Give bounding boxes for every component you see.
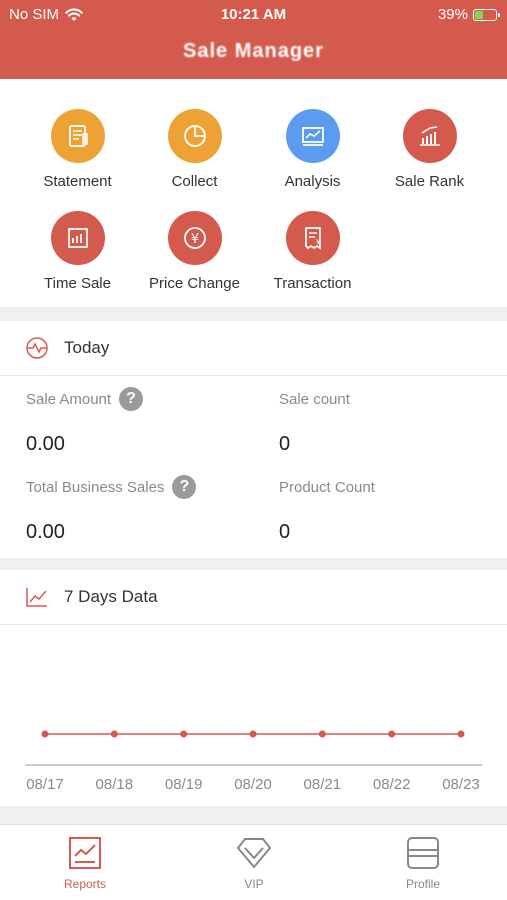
- svg-text:¥: ¥: [190, 232, 198, 247]
- data-point: [318, 730, 326, 738]
- analysis-icon: [285, 109, 340, 163]
- app-header: No SIM 10:21 AM 39% Sale Manager: [0, 0, 507, 79]
- menu-label: Statement: [43, 173, 112, 190]
- menu-label: Transaction: [273, 275, 352, 292]
- menu-label: Time Sale: [44, 275, 111, 292]
- menu-label: Price Change: [149, 275, 240, 292]
- pulse-icon: [26, 337, 48, 359]
- profile-icon: [363, 835, 483, 871]
- status-right: 39%: [437, 6, 500, 23]
- menu-item-statement[interactable]: Statement: [19, 109, 136, 190]
- x-tick-label: 08/22: [373, 776, 411, 793]
- data-point: [110, 730, 118, 738]
- help-icon[interactable]: ?: [119, 387, 144, 411]
- stat-total-business-sales: Total Business Sales? 0.00: [26, 475, 266, 544]
- data-point: [388, 730, 396, 738]
- stat-label: Product Count: [279, 478, 375, 496]
- data-point: [41, 730, 49, 738]
- battery-percent: 39%: [437, 6, 468, 23]
- x-tick-label: 08/19: [165, 776, 203, 793]
- diamond-icon: [194, 835, 314, 871]
- stat-label: Sale count: [279, 390, 350, 408]
- data-point: [249, 730, 257, 738]
- menu-item-sale-rank[interactable]: Sale Rank: [371, 109, 488, 190]
- menu-label: Sale Rank: [394, 173, 465, 190]
- today-title: Today: [64, 338, 110, 357]
- tab-reports[interactable]: Reports: [25, 835, 145, 891]
- menu-item-collect[interactable]: Collect: [136, 109, 253, 190]
- stat-label: Total Business Sales: [26, 478, 165, 496]
- seven-days-header: 7 Days Data: [0, 570, 507, 625]
- seven-days-title: 7 Days Data: [64, 587, 158, 606]
- time-sale-icon: [50, 211, 105, 265]
- rank-icon: [402, 109, 457, 163]
- reports-icon: [25, 835, 145, 871]
- menu-item-price-change[interactable]: ¥ Price Change: [136, 211, 253, 292]
- stat-value: 0: [279, 521, 291, 543]
- stat-value: 0: [279, 433, 291, 455]
- function-menu: Statement Collect Analysis Sale Rank Tim…: [0, 79, 507, 307]
- statement-icon: [50, 109, 105, 163]
- svg-text:¥: ¥: [316, 238, 321, 246]
- yen-icon: ¥: [167, 211, 222, 265]
- seven-days-line-chart: 08/17 08/18 08/19 08/20 08/21 08/22 08/23: [25, 730, 482, 793]
- stat-sale-count: Sale count 0: [279, 387, 507, 456]
- stat-value: 0.00: [26, 433, 65, 455]
- menu-label: Collect: [171, 173, 218, 190]
- x-tick-label: 08/17: [26, 776, 64, 793]
- stat-sale-amount: Sale Amount? 0.00: [26, 387, 266, 456]
- stat-product-count: Product Count 0: [279, 475, 507, 544]
- x-tick-label: 08/18: [96, 776, 134, 793]
- page-title: Sale Manager: [183, 40, 324, 62]
- tab-label: Reports: [63, 877, 107, 891]
- data-point: [457, 730, 465, 738]
- x-tick-label: 08/21: [304, 776, 342, 793]
- tab-bar: Reports VIP Profile: [0, 824, 507, 900]
- battery-icon: [473, 8, 500, 21]
- pie-chart-icon: [167, 109, 222, 163]
- stat-label: Sale Amount: [26, 390, 112, 408]
- status-time: 10:21 AM: [220, 6, 287, 23]
- x-tick-label: 08/23: [442, 776, 480, 793]
- stat-value: 0.00: [26, 521, 65, 543]
- menu-item-time-sale[interactable]: Time Sale: [19, 211, 136, 292]
- x-tick-label: 08/20: [234, 776, 272, 793]
- tab-vip[interactable]: VIP: [194, 835, 314, 891]
- today-header: Today: [0, 321, 507, 376]
- tab-profile[interactable]: Profile: [363, 835, 483, 891]
- data-point: [180, 730, 188, 738]
- trend-chart-icon: [26, 588, 47, 607]
- menu-item-analysis[interactable]: Analysis: [254, 109, 371, 190]
- menu-item-transaction[interactable]: ¥ Transaction: [254, 211, 371, 292]
- tab-label: VIP: [244, 877, 264, 891]
- receipt-icon: ¥: [285, 211, 340, 265]
- tab-label: Profile: [405, 877, 440, 891]
- help-icon[interactable]: ?: [172, 475, 197, 499]
- status-bar: No SIM 10:21 AM 39%: [0, 0, 507, 28]
- today-card: Today Sale Amount? 0.00 Sale count 0 Tot…: [0, 321, 507, 558]
- menu-label: Analysis: [284, 173, 341, 190]
- seven-days-card: 7 Days Data 08/17 08/18 08/19 08/20 08/21 08/…: [0, 570, 507, 806]
